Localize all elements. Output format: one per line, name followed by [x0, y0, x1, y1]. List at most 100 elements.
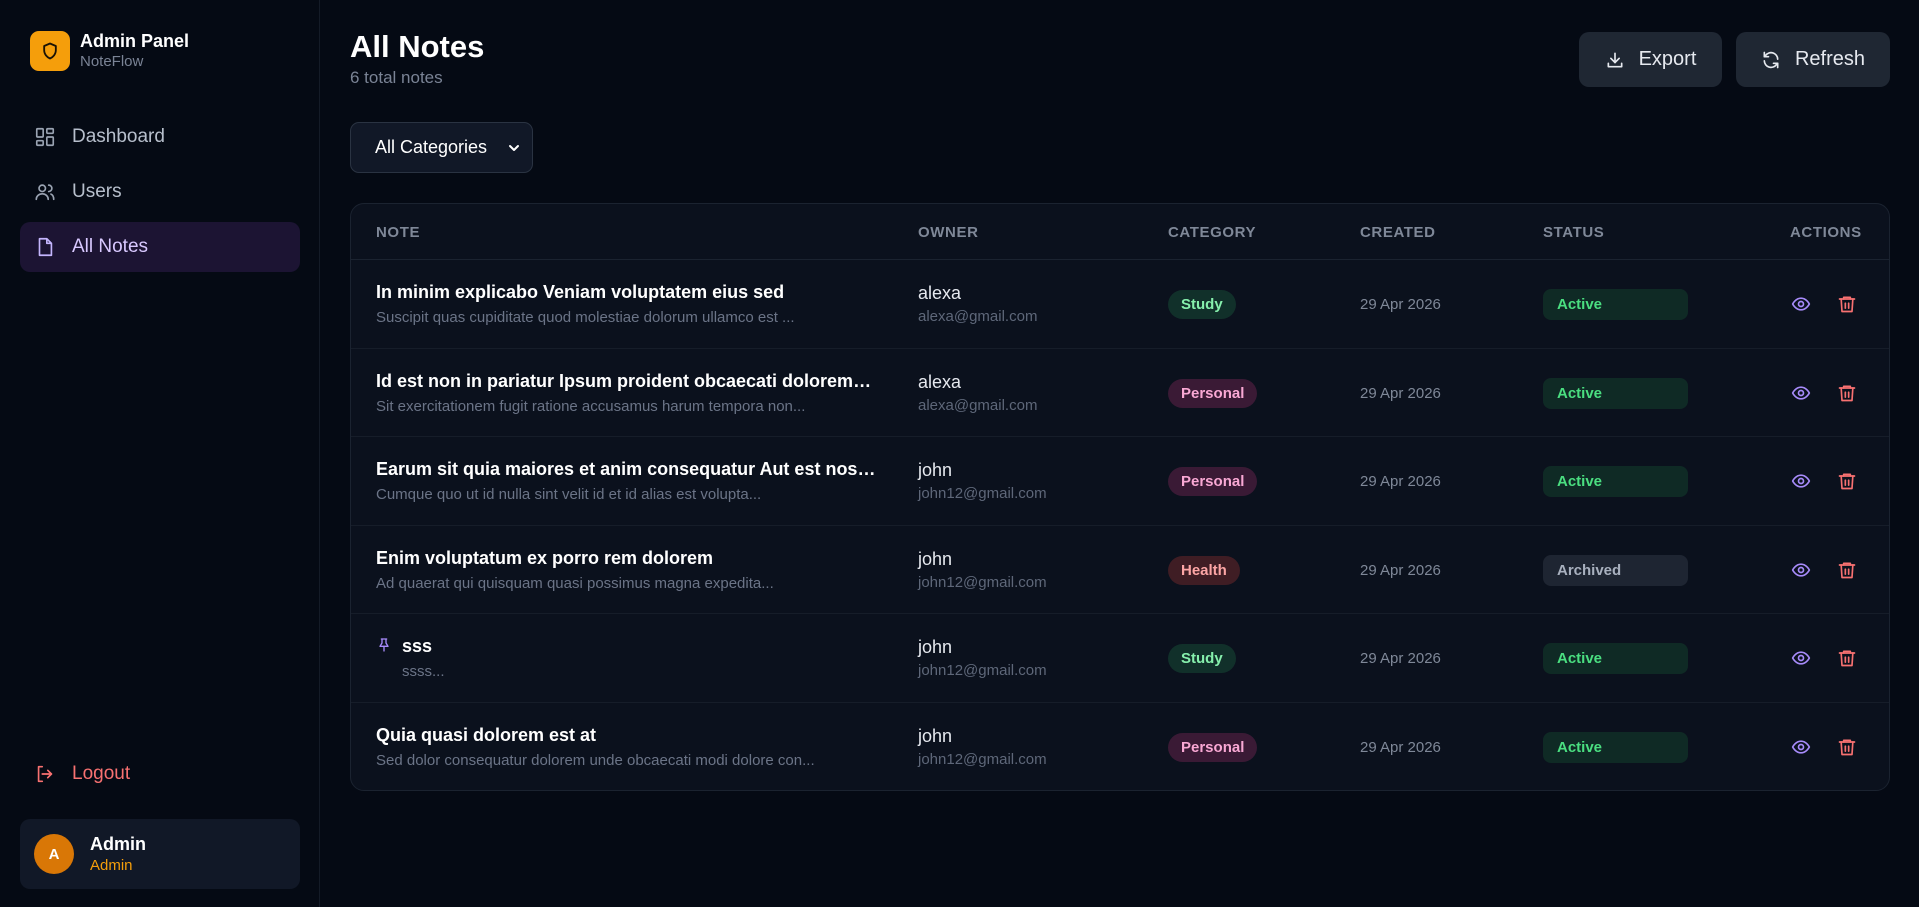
sidebar-item-label: All Notes — [72, 236, 149, 257]
status-badge: Active — [1543, 466, 1688, 498]
sidebar-item-users[interactable]: Users — [20, 167, 300, 217]
refresh-icon — [1763, 51, 1779, 68]
category-badge: Personal — [1168, 467, 1258, 497]
table-row[interactable]: Id est non in pariatur Ipsum proident ob… — [351, 349, 1889, 438]
brand-title: Admin Panel — [80, 31, 190, 51]
note-preview: Cumque quo ut id nulla sint velit id et … — [376, 486, 762, 504]
note-title: sss — [402, 636, 433, 657]
note-preview: Ad quaerat qui quisquam quasi possimus m… — [376, 574, 774, 592]
note-preview: Sed dolor consequatur dolorem unde obcae… — [376, 751, 815, 769]
note-title: Quia quasi dolorem est at — [376, 724, 597, 745]
dashboard-icon — [35, 127, 55, 147]
category-badge: Health — [1168, 555, 1240, 585]
created-date: 29 Apr 2026 — [1360, 384, 1441, 402]
owner-email: john12@gmail.com — [918, 573, 1047, 591]
owner-name: alexa — [918, 283, 962, 303]
created-date: 29 Apr 2026 — [1360, 473, 1441, 491]
category-badge: Personal — [1168, 378, 1258, 408]
eye-icon[interactable] — [1791, 648, 1811, 673]
shield-icon — [30, 30, 70, 71]
table-row[interactable]: sss ssss... john john12@gmail.com Study … — [351, 614, 1889, 703]
column-header-actions: ACTIONS — [1790, 224, 1862, 241]
trash-icon[interactable] — [1837, 737, 1857, 762]
table-row[interactable]: Enim voluptatum ex porro rem dolorem Ad … — [351, 526, 1889, 615]
table-row[interactable]: Quia quasi dolorem est at Sed dolor cons… — [351, 703, 1889, 790]
sidebar-nav: Dashboard Users All Notes — [20, 112, 300, 277]
column-header-note: NOTE — [376, 224, 421, 241]
user-card[interactable]: A Admin Admin — [20, 819, 300, 889]
refresh-button[interactable]: Refresh — [1736, 32, 1890, 87]
created-date: 29 Apr 2026 — [1360, 650, 1441, 668]
trash-icon[interactable] — [1837, 648, 1857, 673]
sidebar-item-all-notes[interactable]: All Notes — [20, 222, 300, 272]
owner-name: john — [918, 725, 953, 746]
user-name: Admin — [90, 834, 146, 854]
export-label: Export — [1638, 48, 1697, 70]
category-badge: Study — [1168, 290, 1236, 319]
pin-icon — [376, 636, 392, 659]
status-badge: Active — [1543, 643, 1688, 675]
owner-name: alexa — [918, 371, 962, 392]
category-filter-value: All Categories — [375, 137, 488, 157]
table-header: NOTE OWNER CATEGORY CREATED STATUS ACTIO… — [351, 204, 1889, 260]
page-title: All Notes — [350, 29, 485, 64]
owner-email: alexa@gmail.com — [918, 396, 1038, 414]
category-badge: Study — [1168, 644, 1236, 674]
page-subtitle: 6 total notes — [350, 68, 443, 87]
column-header-category: CATEGORY — [1168, 224, 1257, 241]
trash-icon[interactable] — [1837, 560, 1857, 585]
eye-icon[interactable] — [1791, 383, 1811, 408]
brand-subtitle: NoteFlow — [80, 53, 144, 70]
avatar: A — [34, 834, 74, 874]
owner-name: john — [918, 460, 953, 481]
notes-table: NOTE OWNER CATEGORY CREATED STATUS ACTIO… — [350, 203, 1890, 791]
owner-email: john12@gmail.com — [918, 485, 1047, 503]
table-row[interactable]: Earum sit quia maiores et anim consequat… — [351, 437, 1889, 526]
eye-icon[interactable] — [1791, 737, 1811, 762]
owner-email: alexa@gmail.com — [918, 308, 1038, 325]
eye-icon[interactable] — [1791, 294, 1811, 319]
sidebar-item-label: Users — [72, 181, 122, 202]
logout-icon — [37, 765, 53, 783]
status-badge: Active — [1543, 377, 1688, 409]
owner-email: john12@gmail.com — [918, 662, 1047, 680]
owner-name: john — [918, 637, 953, 658]
note-title: Enim voluptatum ex porro rem dolorem — [376, 547, 714, 568]
note-title: In minim explicabo Veniam voluptatem eiu… — [376, 282, 785, 302]
category-filter-select[interactable]: All Categories — [350, 122, 533, 173]
sidebar-item-dashboard[interactable]: Dashboard — [20, 112, 300, 162]
download-icon — [1607, 52, 1623, 67]
logout-label: Logout — [72, 763, 131, 784]
owner-name: john — [918, 548, 953, 569]
trash-icon[interactable] — [1837, 294, 1857, 319]
file-icon — [38, 237, 53, 257]
sidebar: Admin Panel NoteFlow Dashboard Users All… — [0, 0, 320, 907]
table-row[interactable]: In minim explicabo Veniam voluptatem eiu… — [351, 260, 1889, 349]
note-title: Earum sit quia maiores et anim consequat… — [376, 459, 876, 480]
column-header-owner: OWNER — [918, 224, 979, 241]
eye-icon[interactable] — [1791, 560, 1811, 585]
trash-icon[interactable] — [1837, 471, 1857, 496]
column-header-created: CREATED — [1360, 224, 1436, 241]
created-date: 29 Apr 2026 — [1360, 738, 1441, 756]
note-preview: Sit exercitationem fugit ratione accusam… — [376, 397, 806, 415]
note-preview: ssss... — [402, 663, 445, 681]
status-badge: Active — [1543, 289, 1688, 320]
owner-email: john12@gmail.com — [918, 750, 1047, 768]
created-date: 29 Apr 2026 — [1360, 561, 1441, 579]
brand: Admin Panel NoteFlow — [30, 30, 189, 71]
sidebar-item-label: Dashboard — [72, 126, 165, 147]
status-badge: Active — [1543, 731, 1688, 763]
users-icon — [35, 184, 55, 201]
logout-button[interactable]: Logout — [20, 749, 300, 799]
export-button[interactable]: Export — [1579, 32, 1722, 87]
column-header-status: STATUS — [1543, 224, 1605, 241]
eye-icon[interactable] — [1791, 471, 1811, 496]
user-role: Admin — [90, 857, 133, 874]
refresh-label: Refresh — [1794, 48, 1866, 70]
status-badge: Archived — [1543, 554, 1688, 586]
note-title: Id est non in pariatur Ipsum proident ob… — [376, 370, 876, 391]
note-preview: Suscipit quas cupiditate quod molestiae … — [376, 309, 795, 326]
category-badge: Personal — [1168, 732, 1258, 762]
trash-icon[interactable] — [1837, 383, 1857, 408]
